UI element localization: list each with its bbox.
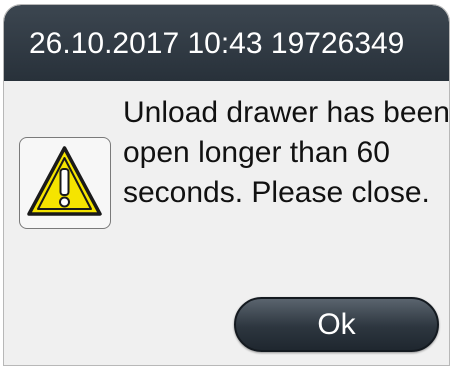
dialog-message: Unload drawer has been open longer than … [123, 96, 450, 209]
dialog-body: Unload drawer has been open longer than … [4, 81, 450, 365]
dialog-titlebar: 26.10.2017 10:43 19726349 [4, 5, 449, 81]
warning-triangle-icon [27, 146, 102, 216]
warning-icon-frame [19, 137, 111, 229]
ok-button[interactable]: Ok [234, 297, 439, 352]
dialog-title: 26.10.2017 10:43 19726349 [29, 27, 405, 60]
message-dialog: 26.10.2017 10:43 19726349 Unload drawer … [3, 4, 450, 366]
